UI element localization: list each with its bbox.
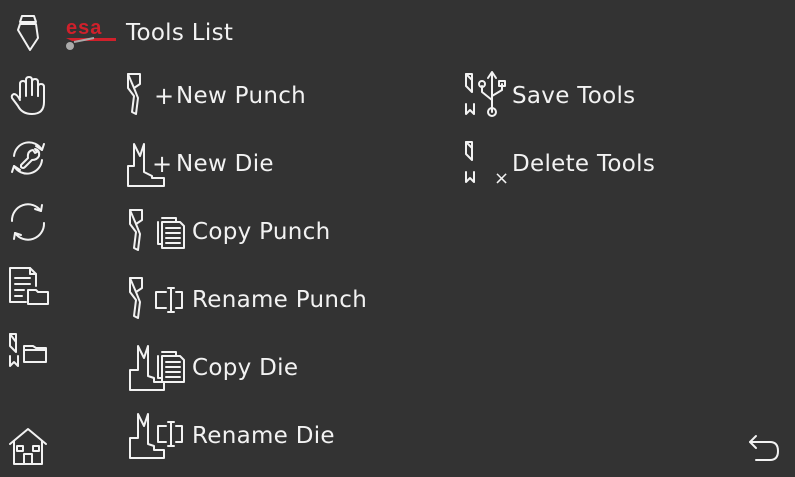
svg-text:esa: esa bbox=[66, 17, 102, 39]
punch-plus-icon: + bbox=[124, 68, 176, 124]
times-glyph: × bbox=[494, 168, 509, 189]
rename-die-button[interactable]: Rename Die bbox=[124, 408, 335, 464]
tools-folder-icon[interactable] bbox=[4, 328, 52, 376]
copy-die-button[interactable]: Copy Die bbox=[124, 340, 298, 396]
copy-punch-button[interactable]: Copy Punch bbox=[124, 204, 331, 260]
cycle-refresh-icon[interactable] bbox=[4, 198, 52, 246]
plus-glyph: + bbox=[152, 150, 172, 178]
plus-glyph: + bbox=[154, 82, 174, 110]
new-punch-button[interactable]: + New Punch bbox=[124, 68, 306, 124]
sidebar bbox=[0, 0, 58, 477]
delete-tools-label: Delete Tools bbox=[512, 151, 656, 177]
copy-die-label: Copy Die bbox=[192, 355, 299, 381]
back-button[interactable] bbox=[742, 426, 786, 470]
rename-punch-button[interactable]: Rename Punch bbox=[124, 272, 367, 328]
page-title: Tools List bbox=[126, 20, 234, 46]
punch-rename-icon bbox=[124, 272, 192, 328]
esa-logo: esa bbox=[64, 16, 118, 56]
die-plus-icon: + bbox=[124, 136, 176, 192]
new-punch-label: New Punch bbox=[176, 83, 307, 109]
undo-arrow-icon bbox=[749, 435, 779, 461]
die-rename-icon bbox=[124, 408, 192, 464]
punch-copy-icon bbox=[124, 204, 192, 260]
tools-usb-icon bbox=[460, 68, 512, 124]
manual-hand-icon[interactable] bbox=[4, 72, 52, 120]
programs-folder-icon[interactable] bbox=[4, 262, 52, 310]
save-tools-button[interactable]: Save Tools bbox=[460, 68, 635, 124]
new-die-label: New Die bbox=[176, 151, 274, 177]
new-die-button[interactable]: + New Die bbox=[124, 136, 274, 192]
save-tools-label: Save Tools bbox=[512, 83, 636, 109]
delete-tools-button[interactable]: × Delete Tools bbox=[460, 136, 655, 192]
rename-die-label: Rename Die bbox=[192, 423, 335, 449]
tools-delete-icon: × bbox=[460, 136, 512, 192]
punch-tool-icon[interactable] bbox=[4, 8, 52, 56]
rename-punch-label: Rename Punch bbox=[192, 287, 368, 313]
service-wrench-icon[interactable] bbox=[4, 134, 52, 182]
copy-punch-label: Copy Punch bbox=[192, 219, 331, 245]
die-copy-icon bbox=[124, 340, 192, 396]
home-icon[interactable] bbox=[4, 422, 52, 470]
